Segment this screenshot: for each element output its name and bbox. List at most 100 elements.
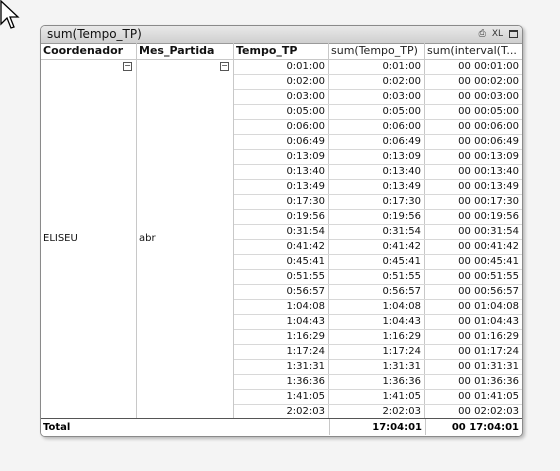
sum-tempo-tp-cell: 0:17:30 [329, 195, 425, 209]
sum-interval-cell: 00 00:03:00 [458, 91, 519, 102]
sum-interval-cell: 00 00:05:00 [458, 106, 519, 117]
tempo-tp-cell: 0:13:40 [234, 165, 329, 179]
sum-interval-cell: 00 00:13:49 [458, 181, 519, 192]
total-sum-interval: 00 17:04:01 [425, 419, 522, 435]
sum-tempo-tp-cell: 1:04:08 [329, 300, 425, 314]
collapse-minus-icon[interactable]: − [123, 62, 132, 71]
sum-tempo-tp-cell: 0:13:49 [329, 180, 425, 194]
table-row[interactable]: 0:02:00 0:02:00 00 00:02:00 [234, 75, 522, 90]
table-row[interactable]: 1:31:31 1:31:31 00 01:31:31 [234, 360, 522, 375]
sum-tempo-tp-cell: 0:06:49 [329, 135, 425, 149]
tempo-tp-cell: 0:17:30 [234, 195, 329, 209]
tempo-tp-cell: 0:13:09 [234, 150, 329, 164]
tempo-tp-cell: 0:31:54 [234, 225, 329, 239]
mes-partida-value: abr [139, 233, 156, 244]
sum-tempo-tp-cell: 0:03:00 [329, 90, 425, 104]
arrow-cursor-icon [0, 0, 20, 29]
table-row[interactable]: 0:45:41 0:45:41 00 00:45:41 [234, 255, 522, 270]
table-row[interactable]: 0:06:00 0:06:00 00 00:06:00 [234, 120, 522, 135]
table-row[interactable]: 1:16:29 1:16:29 00 01:16:29 [234, 330, 522, 345]
header-sum-interval[interactable]: sum(interval(T... [425, 43, 522, 59]
tempo-tp-cell: 1:41:05 [234, 390, 329, 404]
coordenador-cell: − ELISEU [41, 60, 137, 419]
object-caption[interactable]: sum(Tempo_TP) ⎙ XL [41, 26, 522, 44]
table-row[interactable]: 0:03:00 0:03:00 00 00:03:00 [234, 90, 522, 105]
tempo-tp-cell: 0:06:49 [234, 135, 329, 149]
tempo-tp-cell: 1:04:43 [234, 315, 329, 329]
sum-interval-cell: 00 00:31:54 [458, 226, 519, 237]
sum-interval-cell: 00 01:17:24 [458, 346, 519, 357]
table-row[interactable]: 0:05:00 0:05:00 00 00:05:00 [234, 105, 522, 120]
table-row[interactable]: 0:13:09 0:13:09 00 00:13:09 [234, 150, 522, 165]
tempo-tp-cell: 1:36:36 [234, 375, 329, 389]
mes-partida-cell: − abr [137, 60, 234, 419]
tempo-tp-cell: 0:19:56 [234, 210, 329, 224]
sum-tempo-tp-cell: 0:45:41 [329, 255, 425, 269]
total-row: Total 17:04:01 00 17:04:01 [41, 418, 522, 436]
coordenador-value: ELISEU [43, 233, 78, 244]
sum-interval-cell: 00 00:01:00 [458, 61, 519, 72]
sum-tempo-tp-cell: 0:41:42 [329, 240, 425, 254]
sum-tempo-tp-cell: 0:06:00 [329, 120, 425, 134]
table-row[interactable]: 1:41:05 1:41:05 00 01:41:05 [234, 390, 522, 405]
maximize-icon[interactable] [509, 30, 518, 38]
sum-tempo-tp-cell: 0:13:40 [329, 165, 425, 179]
tempo-tp-cell: 0:56:57 [234, 285, 329, 299]
xl-export-button[interactable]: XL [492, 28, 503, 40]
sum-tempo-tp-cell: 0:31:54 [329, 225, 425, 239]
sum-interval-cell: 00 02:02:03 [458, 406, 519, 417]
sum-interval-cell: 00 00:06:49 [458, 136, 519, 147]
table-row[interactable]: 0:31:54 0:31:54 00 00:31:54 [234, 225, 522, 240]
sum-tempo-tp-cell: 0:19:56 [329, 210, 425, 224]
header-tempo-tp[interactable]: Tempo_TP [234, 43, 329, 59]
sum-tempo-tp-cell: 0:13:09 [329, 150, 425, 164]
table-row[interactable]: 0:06:49 0:06:49 00 00:06:49 [234, 135, 522, 150]
header-coordenador[interactable]: Coordenador [41, 43, 137, 59]
tempo-tp-cell: 0:06:00 [234, 120, 329, 134]
table-row[interactable]: 0:17:30 0:17:30 00 00:17:30 [234, 195, 522, 210]
table-row[interactable]: 0:13:49 0:13:49 00 00:13:49 [234, 180, 522, 195]
tempo-tp-cell: 0:02:00 [234, 75, 329, 89]
header-mes-partida[interactable]: Mes_Partida [137, 43, 234, 59]
table-row[interactable]: 0:51:55 0:51:55 00 00:51:55 [234, 270, 522, 285]
collapse-minus-icon[interactable]: − [220, 62, 229, 71]
table-row[interactable]: 0:13:40 0:13:40 00 00:13:40 [234, 165, 522, 180]
table-row[interactable]: 1:04:43 1:04:43 00 01:04:43 [234, 315, 522, 330]
sum-tempo-tp-cell: 1:17:24 [329, 345, 425, 359]
total-label: Total [43, 422, 71, 433]
table-row[interactable]: 0:56:57 0:56:57 00 00:56:57 [234, 285, 522, 300]
print-icon[interactable]: ⎙ [479, 28, 486, 40]
sum-interval-cell: 00 00:17:30 [458, 196, 519, 207]
table-body: − ELISEU − abr 0:01:00 0:01:00 00 00:01:00… [41, 60, 522, 420]
sum-interval-cell: 00 01:41:05 [458, 391, 519, 402]
sum-tempo-tp-cell: 2:02:03 [329, 405, 425, 419]
sum-interval-cell: 00 00:41:42 [458, 241, 519, 252]
sum-interval-cell: 00 01:36:36 [458, 376, 519, 387]
table-row[interactable]: 1:04:08 1:04:08 00 01:04:08 [234, 300, 522, 315]
sum-tempo-tp-cell: 0:01:00 [329, 60, 425, 74]
sum-tempo-tp-cell: 1:31:31 [329, 360, 425, 374]
table-row[interactable]: 0:19:56 0:19:56 00 00:19:56 [234, 210, 522, 225]
straight-table-object[interactable]: sum(Tempo_TP) ⎙ XL Coordenador Mes_Parti… [40, 25, 523, 437]
sum-interval-cell: 00 00:45:41 [458, 256, 519, 267]
sum-interval-cell: 00 00:51:55 [458, 271, 519, 282]
header-sum-tempo-tp[interactable]: sum(Tempo_TP) [329, 43, 425, 59]
sum-tempo-tp-cell: 0:05:00 [329, 105, 425, 119]
table-row[interactable]: 1:17:24 1:17:24 00 01:17:24 [234, 345, 522, 360]
tempo-tp-cell: 0:01:00 [234, 60, 329, 74]
sum-interval-cell: 00 00:06:00 [458, 121, 519, 132]
table-row[interactable]: 0:01:00 0:01:00 00 00:01:00 [234, 60, 522, 75]
sum-tempo-tp-cell: 1:36:36 [329, 375, 425, 389]
tempo-tp-cell: 2:02:03 [234, 405, 329, 419]
table-header: Coordenador Mes_Partida Tempo_TP sum(Tem… [41, 43, 522, 60]
sum-interval-cell: 00 01:16:29 [458, 331, 519, 342]
table-row[interactable]: 1:36:36 1:36:36 00 01:36:36 [234, 375, 522, 390]
tempo-tp-cell: 0:45:41 [234, 255, 329, 269]
tempo-tp-cell: 1:17:24 [234, 345, 329, 359]
total-sum-tempo: 17:04:01 [329, 419, 425, 435]
tempo-tp-cell: 0:05:00 [234, 105, 329, 119]
sum-interval-cell: 00 00:56:57 [458, 286, 519, 297]
table-row[interactable]: 0:41:42 0:41:42 00 00:41:42 [234, 240, 522, 255]
sum-interval-cell: 00 01:04:43 [458, 316, 519, 327]
tempo-tp-cell: 0:41:42 [234, 240, 329, 254]
